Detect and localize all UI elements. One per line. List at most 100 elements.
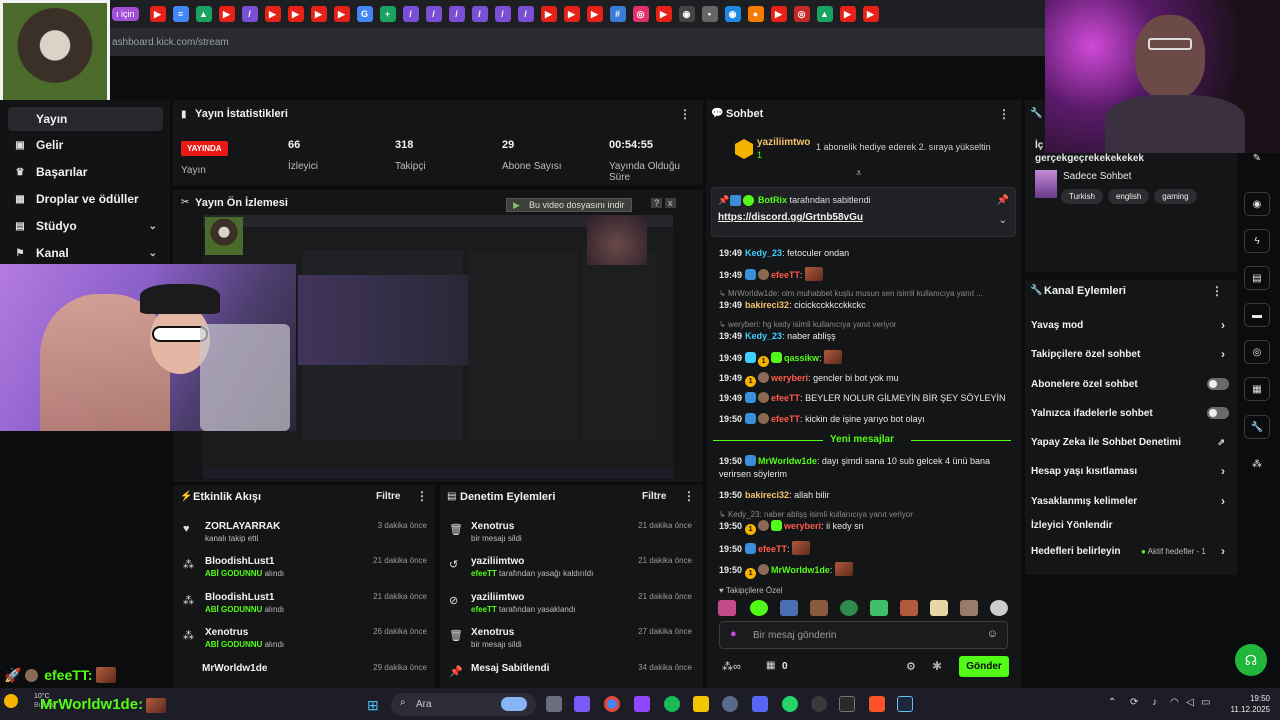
- pinned-message[interactable]: 📌 BotRix tarafından sabitlendi https://d…: [711, 187, 1016, 237]
- layout-icon[interactable]: ▦: [1244, 377, 1270, 401]
- feather-tab-icon[interactable]: /: [494, 6, 511, 22]
- action-slow-mode[interactable]: Yavaş mod ›: [1031, 318, 1229, 332]
- collapse-icon[interactable]: ⩡: [856, 168, 862, 179]
- points-icon[interactable]: ⁂: [1244, 452, 1270, 476]
- activity-row[interactable]: ♥ ZORLAYARRAK kanalı takip etti 3 dakika…: [183, 521, 427, 543]
- action-redirect-viewers[interactable]: İzleyici Yönlendir: [1031, 520, 1229, 531]
- moderation-row[interactable]: 🗑 Xenotrus bir mesajı sildi 21 dakika ön…: [449, 521, 692, 543]
- help-icon[interactable]: ?: [651, 198, 663, 208]
- nav-item-basarilar[interactable]: ♛ Başarılar: [8, 160, 163, 184]
- emote-button[interactable]: [750, 600, 768, 616]
- nav-item-studyo[interactable]: ▤ Stüdyo ⌄: [8, 214, 163, 238]
- gifter-leaderboard[interactable]: yaziliimtwo 1 1 abonelik hediye ederek 2…: [735, 137, 1015, 167]
- brave-icon[interactable]: [869, 696, 885, 712]
- subscribers-only-toggle[interactable]: [1207, 378, 1229, 390]
- weather-widget[interactable]: 10°C Bulutlu MrWorldw1de:: [4, 692, 174, 718]
- chat-message[interactable]: 19:50 1 weryberi: ii kedy sn: [719, 520, 1011, 535]
- youtube-tab-icon[interactable]: ▶: [218, 6, 235, 22]
- youtube-tab-icon[interactable]: ▶: [586, 6, 603, 22]
- feather-tab-icon[interactable]: /: [517, 6, 534, 22]
- points-icon[interactable]: ⁂∞: [722, 660, 741, 673]
- action-followers-only[interactable]: Takipçilere özel sohbet ›: [1031, 347, 1229, 361]
- chat-message[interactable]: 19:49 1 weryberi: gencler bi bot yok mu: [719, 372, 1011, 387]
- terminal-icon[interactable]: [839, 696, 855, 712]
- whatsapp-icon[interactable]: [782, 696, 798, 712]
- twitch-icon[interactable]: [634, 696, 650, 712]
- emote-button[interactable]: [930, 600, 948, 616]
- settings-icon[interactable]: ⚙: [906, 660, 916, 673]
- more-icon[interactable]: ⋮: [679, 107, 691, 121]
- youtube-tab-icon[interactable]: ▶: [287, 6, 304, 22]
- url-text[interactable]: ashboard.kick.com/stream: [112, 37, 229, 48]
- moderation-row[interactable]: ↺ yaziliimtwo efeeTT tarafından yasağı k…: [449, 556, 692, 578]
- chat-message[interactable]: 19:49 bakireci32: cicickcckkcckkckc: [719, 299, 1011, 312]
- instagram-tab-icon[interactable]: ◎: [632, 6, 649, 22]
- drive-tab-icon[interactable]: ▲: [195, 6, 212, 22]
- nav-item-gelir[interactable]: ▣ Gelir: [8, 133, 163, 157]
- camera-icon[interactable]: ◉: [1244, 192, 1270, 216]
- more-icon[interactable]: ⋮: [416, 489, 428, 503]
- emoji-icon[interactable]: ☺: [987, 628, 998, 640]
- emote-button[interactable]: [900, 600, 918, 616]
- feather-tab-icon[interactable]: /: [448, 6, 465, 22]
- docs-tab-icon[interactable]: ≡: [172, 6, 189, 22]
- action-emotes-only[interactable]: Yalnızca ifadelerle sohbet: [1031, 407, 1229, 419]
- youtube-tab-icon[interactable]: ▶: [149, 6, 166, 22]
- emote-button[interactable]: [960, 600, 978, 616]
- wrench-icon[interactable]: 🔧: [1244, 415, 1270, 439]
- chat-message[interactable]: 19:50 MrWorldw1de: dayı şimdi sana 10 sub…: [719, 455, 1011, 481]
- chat-message[interactable]: 19:49 efeeTT: BEYLER NOLUR GİLMEYİN BİR Ş…: [719, 392, 1011, 405]
- action-ai-moderation[interactable]: Yapay Zeka ile Sohbet Denetimi ⇗: [1031, 437, 1229, 448]
- activity-row[interactable]: ⁂ BloodishLust1 ABİ GODUNNU alındı 21 da…: [183, 592, 427, 614]
- broadcast-icon[interactable]: ◎: [1244, 340, 1270, 364]
- tray-chevron-icon[interactable]: ⌃: [1108, 697, 1116, 708]
- volume-icon[interactable]: ◁: [1186, 697, 1194, 708]
- task-view-icon[interactable]: [546, 696, 562, 712]
- store-icon[interactable]: ▦: [766, 660, 775, 671]
- app-tab-icon[interactable]: ●: [747, 6, 764, 22]
- action-account-age[interactable]: Hesap yaşı kısıtlaması ›: [1031, 464, 1229, 478]
- drive-tab-icon[interactable]: ▲: [816, 6, 833, 22]
- more-icon[interactable]: ⋮: [683, 489, 695, 503]
- list-icon[interactable]: ▤: [1244, 266, 1270, 290]
- app-tab-icon[interactable]: ◉: [678, 6, 695, 22]
- emote-button[interactable]: [870, 600, 888, 616]
- youtube-tab-icon[interactable]: ▶: [563, 6, 580, 22]
- emotes-only-toggle[interactable]: [1207, 407, 1229, 419]
- app-tab-icon[interactable]: ◉: [724, 6, 741, 22]
- moderation-row[interactable]: 📌 Mesaj Sabitlendi 34 dakika önce: [449, 663, 692, 678]
- file-explorer-icon[interactable]: [693, 696, 709, 712]
- activity-row[interactable]: MrWorldw1de 29 dakika önce: [202, 663, 427, 674]
- chrome-icon[interactable]: [604, 696, 620, 712]
- chat-input[interactable]: ● Bir mesaj gönderin ☺: [719, 621, 1008, 649]
- chat-message[interactable]: 19:50 efeeTT: kickin de işine yarıyo bot …: [719, 413, 1011, 426]
- action-goals[interactable]: Hedefleri belirleyin ● Aktif hedefler - …: [1031, 544, 1229, 558]
- youtube-tab-icon[interactable]: ▶: [655, 6, 672, 22]
- chat-message[interactable]: 19:50 1 MrWorldw1de:: [719, 562, 1011, 579]
- emote-button[interactable]: [780, 600, 798, 616]
- activity-filter-button[interactable]: Filtre: [376, 491, 400, 502]
- bolt-icon[interactable]: ϟ: [1244, 229, 1270, 253]
- more-icon[interactable]: ⋮: [1211, 284, 1223, 298]
- tab-active[interactable]: ı için: [112, 7, 139, 21]
- feather-tab-icon[interactable]: /: [471, 6, 488, 22]
- app-tab-icon[interactable]: ▪: [701, 6, 718, 22]
- action-subscribers-only[interactable]: Abonelere özel sohbet: [1031, 378, 1229, 390]
- edit-icon[interactable]: ✎: [1244, 146, 1270, 170]
- moderation-row[interactable]: ⊘ yaziliimtwo efeeTT tarafından yasaklan…: [449, 592, 692, 614]
- close-icon[interactable]: x: [665, 198, 676, 208]
- obs-icon[interactable]: [811, 696, 827, 712]
- youtube-tab-icon[interactable]: ▶: [310, 6, 327, 22]
- google-tab-icon[interactable]: G: [356, 6, 373, 22]
- chat-message[interactable]: 19:49 Kedy_23: fetoculer ondan: [719, 247, 1011, 260]
- action-banned-words[interactable]: Yasaklanmış kelimeler ›: [1031, 494, 1229, 508]
- wifi-icon[interactable]: ◠: [1170, 697, 1179, 708]
- emote-button[interactable]: [810, 600, 828, 616]
- support-button[interactable]: ☊: [1235, 644, 1267, 676]
- battery-icon[interactable]: ▭: [1201, 697, 1210, 708]
- chat-message[interactable]: 19:49 1 qassikw:: [719, 350, 1011, 367]
- taskbar-clock[interactable]: 19:50 11.12.2025: [1218, 693, 1270, 715]
- emote-button[interactable]: [840, 600, 858, 616]
- steam-icon[interactable]: [897, 696, 913, 712]
- chat-message[interactable]: 19:50 bakireci32: allah bilir: [719, 489, 1011, 502]
